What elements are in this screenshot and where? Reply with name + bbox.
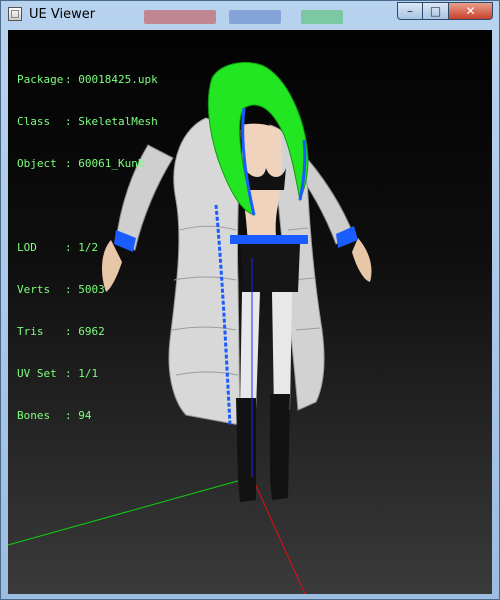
info-row-uvset: UV Set: 1/1	[17, 367, 99, 380]
3d-viewport[interactable]: Package: 00018425.upk Class: SkeletalMes…	[8, 30, 492, 594]
uvset-value: 1/1	[78, 367, 99, 380]
info-spacer	[17, 199, 158, 213]
info-row-tris: Tris: 6962	[17, 325, 105, 338]
class-value: SkeletalMesh	[78, 115, 158, 128]
left-boot	[236, 398, 256, 502]
maximize-button[interactable]: □	[423, 2, 449, 20]
window-title: UE Viewer	[29, 7, 96, 22]
right-hand	[352, 238, 372, 282]
info-row-class: Class: SkeletalMesh	[17, 115, 158, 128]
title-glow-green	[301, 10, 343, 24]
verts-value: 5003	[78, 283, 105, 296]
axis-y-line	[8, 476, 253, 546]
bones-value: 94	[78, 409, 92, 422]
object-value: 60061_KunN	[78, 157, 145, 170]
mesh-info-panel: Package: 00018425.upk Class: SkeletalMes…	[17, 45, 158, 451]
belt	[230, 235, 308, 244]
info-row-object: Object: 60061_KunN	[17, 157, 145, 170]
shorts	[240, 244, 300, 292]
left-leg	[240, 292, 260, 410]
tris-value: 6962	[78, 325, 105, 338]
minimize-button[interactable]: –	[397, 2, 423, 20]
info-row-lod: LOD: 1/2	[17, 241, 99, 254]
info-row-package: Package: 00018425.upk	[17, 73, 158, 86]
close-button[interactable]: ✕	[449, 2, 493, 20]
title-glow-blue	[229, 10, 281, 24]
app-icon	[8, 7, 22, 21]
right-leg	[272, 292, 292, 410]
info-row-bones: Bones: 94	[17, 409, 92, 422]
info-row-verts: Verts: 5003	[17, 283, 105, 296]
window-controls: – □ ✕	[397, 2, 493, 20]
lod-value: 1/2	[78, 241, 99, 254]
right-boot	[270, 394, 290, 500]
title-bar[interactable]: UE Viewer – □ ✕	[1, 1, 499, 29]
app-window: UE Viewer – □ ✕ Package: 00018425.upk C…	[0, 0, 500, 600]
title-glow-red	[144, 10, 216, 24]
package-value: 00018425.upk	[78, 73, 158, 86]
